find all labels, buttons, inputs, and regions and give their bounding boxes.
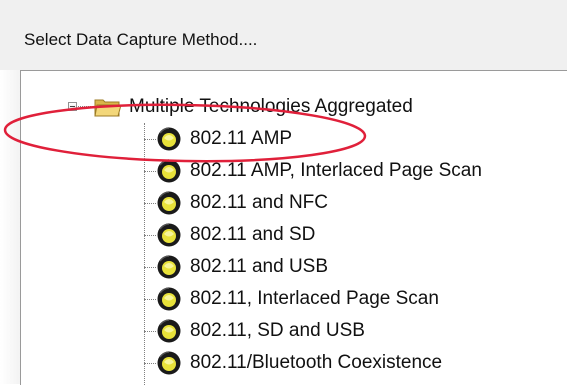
technology-globe-icon: [157, 287, 181, 311]
tree-item-capture-method[interactable]: 802.11, Interlaced Page Scan: [156, 285, 441, 313]
tree-connector-branch: [144, 363, 156, 364]
tree-connector-branch: [144, 299, 156, 300]
tree-item-capture-method[interactable]: 802.11/Bluetooth Coexistence: [156, 349, 444, 377]
tree-item-label: 802.11 and USB: [190, 256, 329, 277]
tree-item-label: 802.11 and NFC: [190, 192, 329, 213]
tree-item-capture-method[interactable]: 802.11, SD and USB: [156, 317, 367, 345]
tree-item-capture-method[interactable]: 802.11 AMP, Interlaced Page Scan: [156, 157, 484, 185]
tree-item-label: 802.11, Interlaced Page Scan: [190, 288, 439, 309]
tree-item-label: 802.11, SD and USB: [190, 320, 365, 341]
collapse-expander-icon[interactable]: [68, 102, 77, 111]
tree-connector-branch: [144, 235, 156, 236]
technology-globe-icon: [157, 255, 181, 279]
tree-connector-vertical: [144, 123, 145, 385]
tree-connector-branch: [144, 139, 156, 140]
group-label: Multiple Technologies Aggregated: [129, 96, 413, 117]
tree-item-capture-method[interactable]: 802.11 and NFC: [156, 189, 330, 217]
technology-globe-icon: [157, 319, 181, 343]
tree-item-capture-method[interactable]: 802.11 and SD: [156, 221, 317, 249]
tree-item-label: 802.11 and SD: [190, 224, 316, 245]
capture-method-tree[interactable]: Multiple Technologies Aggregated 802.11 …: [20, 70, 567, 385]
panel-edge: [0, 70, 20, 384]
technology-globe-icon: [157, 351, 181, 375]
technology-globe-icon: [157, 127, 181, 151]
tree-connector-branch: [144, 203, 156, 204]
technology-globe-icon: [157, 159, 181, 183]
folder-open-icon: [94, 99, 122, 117]
tree-group-multiple-technologies[interactable]: Multiple Technologies Aggregated: [93, 93, 415, 121]
tree-item-label: 802.11/Bluetooth Coexistence: [190, 352, 443, 373]
tree-item-capture-method[interactable]: 802.11 and USB: [156, 253, 330, 281]
tree-connector-branch: [144, 267, 156, 268]
tree-item-capture-method[interactable]: 802.11 AMP: [156, 125, 294, 153]
technology-globe-icon: [157, 191, 181, 215]
tree-item-label: 802.11 AMP, Interlaced Page Scan: [190, 160, 482, 181]
technology-globe-icon: [157, 223, 181, 247]
select-capture-method-dialog: Select Data Capture Method.... Multiple …: [0, 0, 567, 385]
tree-connector-branch: [144, 171, 156, 172]
tree-item-label: 802.11 AMP: [190, 128, 293, 149]
dialog-title: Select Data Capture Method....: [24, 30, 258, 49]
tree-connector-branch: [144, 331, 156, 332]
